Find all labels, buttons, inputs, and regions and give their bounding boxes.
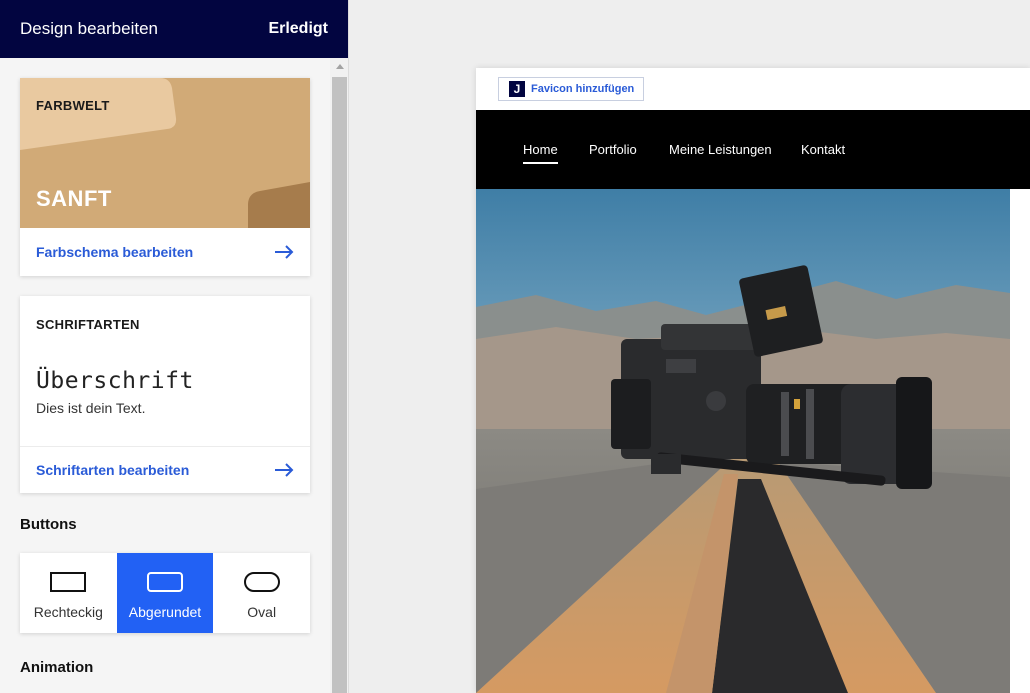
- sidebar-title: Design bearbeiten: [20, 19, 158, 38]
- done-button[interactable]: Erledigt: [268, 20, 328, 38]
- button-style-label: Rechteckig: [33, 604, 103, 620]
- button-style-oval[interactable]: Oval: [213, 553, 310, 633]
- edit-fonts-label: Schriftarten bearbeiten: [36, 462, 190, 478]
- sidebar-scrollbar[interactable]: [330, 58, 348, 693]
- sidebar-body: FARBWELT SANFT Farbschema bearbeiten SCH…: [0, 58, 330, 693]
- button-style-rectangular[interactable]: Rechteckig: [20, 553, 117, 633]
- add-favicon-label: Favicon hinzufügen: [531, 83, 635, 95]
- color-scheme-card: FARBWELT SANFT Farbschema bearbeiten: [20, 78, 310, 276]
- scrollbar-thumb[interactable]: [332, 77, 347, 693]
- edit-color-scheme-button[interactable]: Farbschema bearbeiten: [20, 228, 310, 276]
- buttons-section-title: Buttons: [20, 516, 77, 533]
- add-favicon-button[interactable]: J Favicon hinzufügen: [498, 77, 645, 101]
- camera-on-road-photo: [476, 189, 1010, 693]
- font-body-sample: Dies ist dein Text.: [36, 400, 146, 416]
- design-sidebar: Design bearbeiten Erledigt FARBWELT SANF…: [0, 0, 349, 693]
- scroll-up-arrow-icon[interactable]: [330, 58, 348, 75]
- color-scheme-name: SANFT: [36, 186, 112, 211]
- button-style-rounded[interactable]: Abgerundet: [116, 553, 214, 633]
- nav-portfolio[interactable]: Portfolio: [589, 142, 637, 157]
- rounded-shape-icon: [147, 572, 183, 592]
- edit-color-scheme-label: Farbschema bearbeiten: [36, 244, 194, 260]
- animation-section-title: Animation: [20, 659, 94, 676]
- color-scheme-label: FARBWELT: [36, 98, 110, 113]
- website-preview: J Favicon hinzufügen Home Portfolio Mein…: [476, 68, 1030, 693]
- button-style-label: Abgerundet: [128, 604, 202, 620]
- button-style-label: Oval: [247, 604, 277, 620]
- arrow-right-icon: [275, 245, 294, 259]
- edit-fonts-button[interactable]: Schriftarten bearbeiten: [20, 446, 310, 494]
- color-scheme-preview: FARBWELT SANFT: [20, 78, 310, 228]
- favicon-logo-icon: J: [509, 81, 525, 97]
- oval-shape-icon: [243, 572, 280, 592]
- fonts-label: SCHRIFTARTEN: [36, 317, 140, 332]
- nav-home[interactable]: Home: [523, 142, 558, 164]
- font-heading-sample: Überschrift: [36, 368, 194, 394]
- hero-image: [476, 189, 1010, 693]
- nav-services[interactable]: Meine Leistungen: [669, 142, 772, 157]
- button-style-selector: Rechteckig Abgerundet Oval: [20, 553, 310, 633]
- arrow-right-icon: [275, 463, 294, 477]
- site-navigation: Home Portfolio Meine Leistungen Kontakt: [476, 110, 1030, 189]
- nav-contact[interactable]: Kontakt: [801, 142, 845, 157]
- rectangle-shape-icon: [50, 572, 87, 592]
- sidebar-header: Design bearbeiten Erledigt: [0, 0, 348, 58]
- fonts-card: SCHRIFTARTEN Überschrift Dies ist dein T…: [20, 296, 310, 493]
